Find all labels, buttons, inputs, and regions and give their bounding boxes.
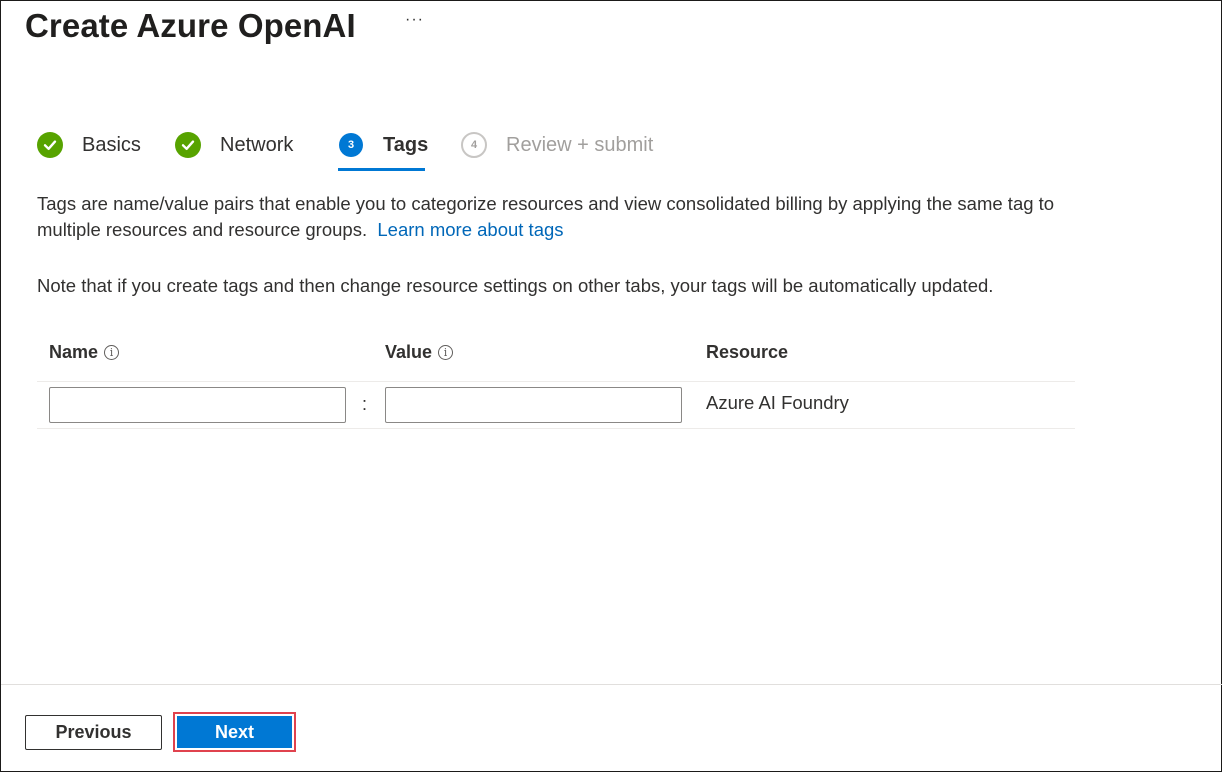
checkmark-icon	[37, 132, 63, 158]
step-label: Network	[220, 134, 294, 156]
step-review-submit[interactable]: 4 Review + submit	[461, 129, 653, 173]
step-label: Tags	[383, 134, 429, 156]
footer-divider	[1, 684, 1222, 685]
learn-more-link[interactable]: Learn more about tags	[377, 219, 563, 240]
tags-description: Tags are name/value pairs that enable yo…	[37, 191, 1077, 243]
page-title: Create Azure OpenAI	[25, 7, 356, 44]
step-number-badge: 3	[339, 133, 363, 157]
checkmark-icon	[175, 132, 201, 158]
step-number: 3	[347, 139, 355, 151]
step-label: Basics	[82, 134, 141, 156]
table-divider	[37, 428, 1075, 429]
table-divider	[37, 381, 1075, 382]
column-header-value: Value i	[385, 342, 454, 363]
column-header-name: Name i	[49, 342, 120, 363]
step-number-badge: 4	[461, 132, 487, 158]
more-options-button[interactable]: ···	[405, 11, 424, 29]
previous-button[interactable]: Previous	[25, 715, 162, 750]
tags-note: Note that if you create tags and then ch…	[37, 275, 994, 296]
step-network[interactable]: Network	[175, 129, 293, 173]
info-icon[interactable]: i	[438, 345, 454, 360]
column-header-label: Resource	[706, 342, 789, 362]
tag-resource-value: Azure AI Foundry	[706, 392, 849, 413]
tag-value-input[interactable]	[385, 387, 682, 423]
next-button[interactable]: Next	[177, 716, 292, 748]
column-header-resource: Resource	[706, 342, 788, 363]
window-frame: Create Azure OpenAI ··· Basics Network 3…	[0, 0, 1222, 772]
step-tags[interactable]: 3 Tags	[339, 129, 428, 173]
active-step-indicator	[338, 168, 425, 171]
tag-name-input[interactable]	[49, 387, 346, 423]
name-value-separator: :	[362, 394, 368, 414]
step-label: Review + submit	[506, 134, 654, 156]
next-button-highlight: Next	[173, 712, 296, 752]
step-basics[interactable]: Basics	[37, 129, 141, 173]
column-header-label: Value	[385, 342, 433, 362]
info-icon[interactable]: i	[104, 345, 120, 360]
step-number: 4	[470, 139, 478, 151]
column-header-label: Name	[49, 342, 99, 362]
